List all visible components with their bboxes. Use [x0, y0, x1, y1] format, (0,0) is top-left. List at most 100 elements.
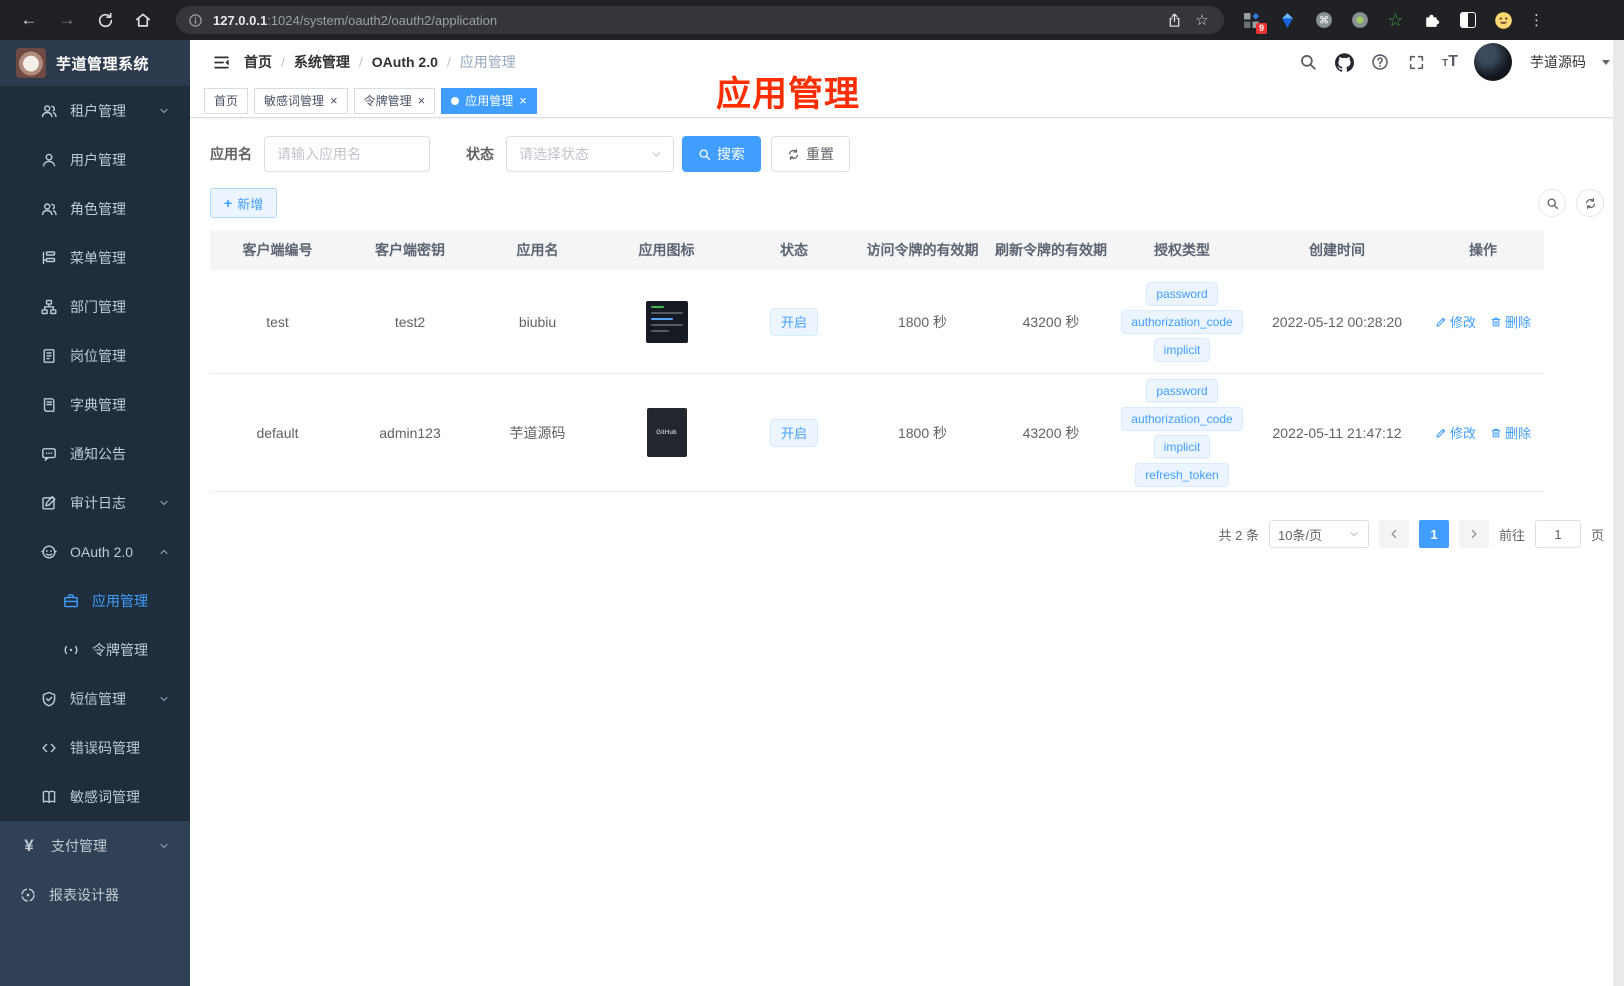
sidebar-item-error-code[interactable]: 错误码管理 — [0, 723, 190, 772]
address-bar[interactable]: 127.0.0.1:1024/system/oauth2/oauth2/appl… — [176, 6, 1224, 34]
table-row: default admin123 芋道源码 GitHub 开启 1800 秒 4… — [210, 374, 1544, 492]
url-path: :1024/system/oauth2/oauth2/application — [267, 12, 498, 28]
sidebar-collapse-button[interactable] — [204, 45, 238, 79]
tab-token[interactable]: 令牌管理 × — [353, 87, 436, 114]
extension-badge: 9 — [1255, 22, 1267, 34]
extension-blocks-icon[interactable]: 9 — [1242, 11, 1267, 34]
dark-mode-toggle-icon[interactable] — [1458, 11, 1477, 30]
browser-menu-button[interactable]: ⋮ — [1529, 11, 1544, 29]
user-avatar[interactable] — [1474, 43, 1512, 81]
page-number-1[interactable]: 1 — [1418, 520, 1449, 548]
help-button[interactable] — [1370, 52, 1390, 72]
close-icon[interactable]: × — [418, 94, 426, 107]
extension-star-icon[interactable]: ☆ — [1386, 11, 1405, 30]
sidebar-item-oauth2-application[interactable]: 应用管理 — [0, 576, 190, 625]
sidebar-item-role[interactable]: 角色管理 — [0, 184, 190, 233]
sidebar-item-pay[interactable]: ¥ 支付管理 — [0, 821, 190, 870]
github-link[interactable] — [1334, 52, 1354, 72]
url-text: 127.0.0.1:1024/system/oauth2/oauth2/appl… — [213, 13, 1160, 28]
extension-command-icon[interactable]: ⌘ — [1314, 11, 1333, 30]
plus-icon: + — [224, 195, 233, 211]
breadcrumb-oauth2[interactable]: OAuth 2.0 — [372, 54, 438, 70]
app-name-input[interactable] — [264, 136, 430, 172]
extensions-puzzle-icon[interactable] — [1422, 11, 1441, 30]
add-button[interactable]: + 新增 — [210, 188, 278, 218]
prev-page-button[interactable] — [1378, 520, 1409, 548]
tab-sensitive-word[interactable]: 敏感词管理 × — [254, 87, 348, 114]
id-badge-icon — [41, 348, 57, 364]
sidebar-item-audit-log[interactable]: 审计日志 — [0, 478, 190, 527]
status-badge: 开启 — [769, 418, 818, 447]
sidebar-item-tenant[interactable]: 租户管理 — [0, 86, 190, 135]
profile-emoji-avatar[interactable] — [1494, 11, 1513, 30]
share-button[interactable] — [1160, 6, 1188, 34]
extension-kite-icon[interactable] — [1278, 11, 1297, 30]
edit-button[interactable]: 修改 — [1435, 312, 1476, 331]
close-icon[interactable]: × — [519, 94, 527, 107]
page-scrollbar[interactable] — [1613, 40, 1624, 986]
code-brackets-icon — [41, 740, 57, 756]
browser-back-button[interactable]: ← — [10, 0, 48, 40]
reset-button[interactable]: 重置 — [771, 136, 850, 172]
sidebar-item-dept[interactable]: 部门管理 — [0, 282, 190, 331]
sidebar-item-post[interactable]: 岗位管理 — [0, 331, 190, 380]
next-page-button[interactable] — [1458, 520, 1489, 548]
goto-page-input[interactable] — [1534, 520, 1581, 548]
chevron-down-icon — [158, 105, 170, 117]
tab-application[interactable]: 应用管理 × — [441, 87, 537, 114]
text-size-button[interactable]: TT — [1442, 54, 1458, 70]
grant-type-tag: password — [1146, 378, 1218, 403]
sidebar-item-notice[interactable]: 通知公告 — [0, 429, 190, 478]
tab-home[interactable]: 首页 — [204, 87, 249, 114]
site-info-icon[interactable] — [188, 13, 203, 28]
sidebar-item-menu[interactable]: 菜单管理 — [0, 233, 190, 282]
breadcrumb-current: 应用管理 — [459, 54, 516, 70]
shield-check-icon — [41, 691, 57, 707]
breadcrumb-system[interactable]: 系统管理 — [294, 52, 350, 72]
delete-button[interactable]: 删除 — [1490, 423, 1531, 442]
user-menu-caret-icon[interactable] — [1602, 60, 1610, 69]
browser-toolbar: ← → 127.0.0.1:1024/system/oauth2/oauth2/… — [0, 0, 1624, 40]
chevron-down-icon — [650, 148, 663, 161]
user-icon — [41, 152, 57, 168]
table-header-row: 客户端编号 客户端密钥 应用名 应用图标 状态 访问令牌的有效期 刷新令牌的有效… — [210, 230, 1544, 270]
grant-type-tag: refresh_token — [1135, 462, 1229, 487]
sidebar-item-user[interactable]: 用户管理 — [0, 135, 190, 184]
org-chart-icon — [41, 299, 57, 315]
sidebar-item-sensitive-word[interactable]: 敏感词管理 — [0, 772, 190, 821]
search-button[interactable]: 搜索 — [682, 136, 761, 172]
delete-button[interactable]: 删除 — [1490, 312, 1531, 331]
trash-icon — [1490, 316, 1502, 328]
breadcrumb: 首页 / 系统管理 / OAuth 2.0 / 应用管理 — [244, 52, 516, 72]
breadcrumb-home[interactable]: 首页 — [244, 52, 272, 72]
page-size-select[interactable]: 10条/页 — [1268, 520, 1369, 548]
refresh-table-button[interactable] — [1576, 189, 1604, 217]
chevron-up-icon — [158, 546, 170, 558]
sidebar-item-oauth2-token[interactable]: 令牌管理 — [0, 625, 190, 674]
logo-avatar — [16, 48, 46, 78]
sidebar-item-oauth2[interactable]: OAuth 2.0 — [0, 527, 190, 576]
chevron-down-icon — [158, 693, 170, 705]
page-content: 应用名 状态 请选择状态 搜索 重置 +新增 — [190, 118, 1624, 986]
bookmark-star-button[interactable]: ☆ — [1188, 6, 1216, 34]
browser-forward-button[interactable]: → — [48, 0, 86, 40]
browser-home-button[interactable] — [124, 0, 162, 40]
signal-icon — [63, 642, 79, 658]
close-icon[interactable]: × — [330, 94, 338, 107]
edit-button[interactable]: 修改 — [1435, 423, 1476, 442]
yen-icon: ¥ — [24, 835, 34, 855]
pagination: 共 2 条 10条/页 1 前往 页 — [210, 520, 1604, 548]
header-search-button[interactable] — [1298, 52, 1318, 72]
sidebar-item-sms[interactable]: 短信管理 — [0, 674, 190, 723]
sidebar-item-report-designer[interactable]: 报表设计器 — [0, 870, 190, 919]
sidebar-item-dict[interactable]: 字典管理 — [0, 380, 190, 429]
status-select[interactable]: 请选择状态 — [506, 136, 674, 172]
extension-record-icon[interactable] — [1350, 11, 1369, 30]
toggle-search-button[interactable] — [1538, 189, 1566, 217]
fullscreen-button[interactable] — [1406, 52, 1426, 72]
trash-icon — [1490, 427, 1502, 439]
message-icon — [41, 446, 57, 462]
open-book-icon — [41, 789, 57, 805]
sidebar-logo[interactable]: 芋道管理系统 — [0, 40, 190, 86]
browser-reload-button[interactable] — [86, 0, 124, 40]
